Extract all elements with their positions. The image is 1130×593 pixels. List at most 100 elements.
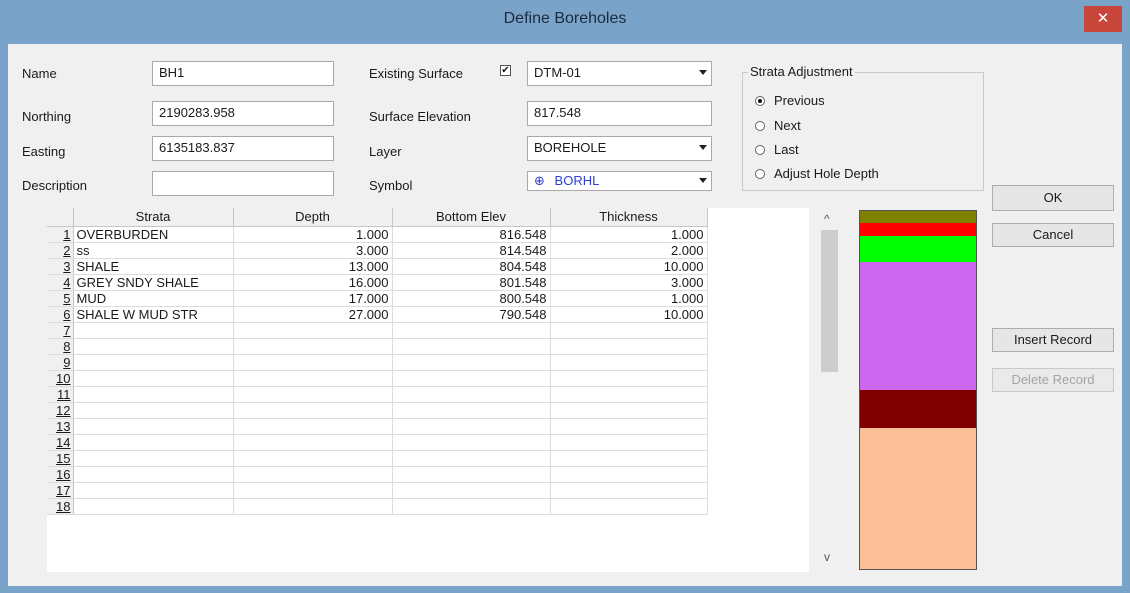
- radio-previous[interactable]: [755, 96, 765, 106]
- depth-cell[interactable]: 17.000: [233, 290, 393, 307]
- depth-cell[interactable]: 3.000: [233, 242, 393, 259]
- bottom-elev-cell[interactable]: [392, 434, 551, 451]
- chevron-up-icon[interactable]: ^: [824, 212, 830, 226]
- row-number-cell[interactable]: 17: [47, 482, 74, 499]
- cancel-button[interactable]: Cancel: [992, 223, 1114, 247]
- radio-last[interactable]: [755, 145, 765, 155]
- name-field[interactable]: BH1: [152, 61, 334, 86]
- strata-cell[interactable]: [73, 354, 234, 371]
- row-number-cell[interactable]: 8: [47, 338, 74, 355]
- thickness-cell[interactable]: 3.000: [550, 274, 708, 291]
- depth-cell[interactable]: [233, 402, 393, 419]
- table-row[interactable]: 10: [47, 370, 809, 387]
- strata-cell[interactable]: [73, 370, 234, 387]
- strata-cell[interactable]: [73, 450, 234, 467]
- strata-cell[interactable]: [73, 402, 234, 419]
- thickness-cell[interactable]: [550, 498, 708, 515]
- table-row[interactable]: 3 SHALE 13.000 804.548 10.000: [47, 258, 809, 275]
- grid-scrollbar[interactable]: ^ v: [818, 210, 842, 570]
- depth-cell[interactable]: [233, 466, 393, 483]
- thickness-cell[interactable]: 10.000: [550, 306, 708, 323]
- row-number-cell[interactable]: 11: [47, 386, 74, 403]
- bottom-elev-cell[interactable]: 801.548: [392, 274, 551, 291]
- row-number-cell[interactable]: 3: [47, 258, 74, 275]
- thickness-cell[interactable]: 2.000: [550, 242, 708, 259]
- header-strata[interactable]: Strata: [73, 208, 234, 227]
- depth-cell[interactable]: [233, 434, 393, 451]
- table-row[interactable]: 8: [47, 338, 809, 355]
- bottom-elev-cell[interactable]: [392, 418, 551, 435]
- thickness-cell[interactable]: [550, 418, 708, 435]
- bottom-elev-cell[interactable]: [392, 450, 551, 467]
- row-number-cell[interactable]: 5: [47, 290, 74, 307]
- thickness-cell[interactable]: [550, 354, 708, 371]
- strata-cell[interactable]: MUD: [73, 290, 234, 307]
- bottom-elev-cell[interactable]: [392, 322, 551, 339]
- strata-cell[interactable]: [73, 418, 234, 435]
- depth-cell[interactable]: [233, 354, 393, 371]
- bottom-elev-cell[interactable]: 790.548: [392, 306, 551, 323]
- thickness-cell[interactable]: [550, 370, 708, 387]
- thickness-cell[interactable]: [550, 386, 708, 403]
- thickness-cell[interactable]: 1.000: [550, 226, 708, 243]
- depth-cell[interactable]: [233, 338, 393, 355]
- bottom-elev-cell[interactable]: 800.548: [392, 290, 551, 307]
- depth-cell[interactable]: [233, 498, 393, 515]
- strata-cell[interactable]: [73, 322, 234, 339]
- bottom-elev-cell[interactable]: [392, 466, 551, 483]
- thickness-cell[interactable]: [550, 338, 708, 355]
- northing-field[interactable]: 2190283.958: [152, 101, 334, 126]
- strata-cell[interactable]: SHALE W MUD STR: [73, 306, 234, 323]
- description-field[interactable]: [152, 171, 334, 196]
- surface-elevation-field[interactable]: 817.548: [527, 101, 712, 126]
- table-row[interactable]: 5 MUD 17.000 800.548 1.000: [47, 290, 809, 307]
- strata-cell[interactable]: SHALE: [73, 258, 234, 275]
- title-bar[interactable]: Define Boreholes ✕: [0, 0, 1130, 38]
- header-depth[interactable]: Depth: [233, 208, 393, 227]
- thickness-cell[interactable]: [550, 402, 708, 419]
- bottom-elev-cell[interactable]: [392, 370, 551, 387]
- strata-cell[interactable]: ss: [73, 242, 234, 259]
- thickness-cell[interactable]: [550, 466, 708, 483]
- bottom-elev-cell[interactable]: [392, 498, 551, 515]
- depth-cell[interactable]: [233, 418, 393, 435]
- strata-cell[interactable]: GREY SNDY SHALE: [73, 274, 234, 291]
- table-row[interactable]: 15: [47, 450, 809, 467]
- easting-field[interactable]: 6135183.837: [152, 136, 334, 161]
- symbol-dropdown[interactable]: ⊕ BORHL: [527, 171, 712, 191]
- header-thickness[interactable]: Thickness: [550, 208, 708, 227]
- table-row[interactable]: 13: [47, 418, 809, 435]
- bottom-elev-cell[interactable]: 814.548: [392, 242, 551, 259]
- thickness-cell[interactable]: 1.000: [550, 290, 708, 307]
- depth-cell[interactable]: [233, 450, 393, 467]
- depth-cell[interactable]: 27.000: [233, 306, 393, 323]
- row-number-cell[interactable]: 9: [47, 354, 74, 371]
- bottom-elev-cell[interactable]: [392, 354, 551, 371]
- depth-cell[interactable]: 13.000: [233, 258, 393, 275]
- table-row[interactable]: 18: [47, 498, 809, 515]
- depth-cell[interactable]: 1.000: [233, 226, 393, 243]
- chevron-down-icon[interactable]: v: [824, 550, 830, 564]
- strata-cell[interactable]: OVERBURDEN: [73, 226, 234, 243]
- row-number-cell[interactable]: 15: [47, 450, 74, 467]
- strata-cell[interactable]: [73, 466, 234, 483]
- strata-cell[interactable]: [73, 386, 234, 403]
- table-row[interactable]: 4 GREY SNDY SHALE 16.000 801.548 3.000: [47, 274, 809, 291]
- row-number-cell[interactable]: 12: [47, 402, 74, 419]
- depth-cell[interactable]: 16.000: [233, 274, 393, 291]
- table-row[interactable]: 1 OVERBURDEN 1.000 816.548 1.000: [47, 226, 809, 243]
- bottom-elev-cell[interactable]: 804.548: [392, 258, 551, 275]
- row-number-cell[interactable]: 4: [47, 274, 74, 291]
- existing-surface-checkbox[interactable]: ✔: [500, 65, 511, 76]
- table-row[interactable]: 7: [47, 322, 809, 339]
- layer-dropdown[interactable]: BOREHOLE: [527, 136, 712, 161]
- depth-cell[interactable]: [233, 370, 393, 387]
- scrollbar-thumb[interactable]: [821, 230, 838, 372]
- table-row[interactable]: 6 SHALE W MUD STR 27.000 790.548 10.000: [47, 306, 809, 323]
- table-row[interactable]: 2 ss 3.000 814.548 2.000: [47, 242, 809, 259]
- depth-cell[interactable]: [233, 322, 393, 339]
- row-number-cell[interactable]: 16: [47, 466, 74, 483]
- bottom-elev-cell[interactable]: [392, 402, 551, 419]
- thickness-cell[interactable]: [550, 322, 708, 339]
- header-bottom-elev[interactable]: Bottom Elev: [392, 208, 551, 227]
